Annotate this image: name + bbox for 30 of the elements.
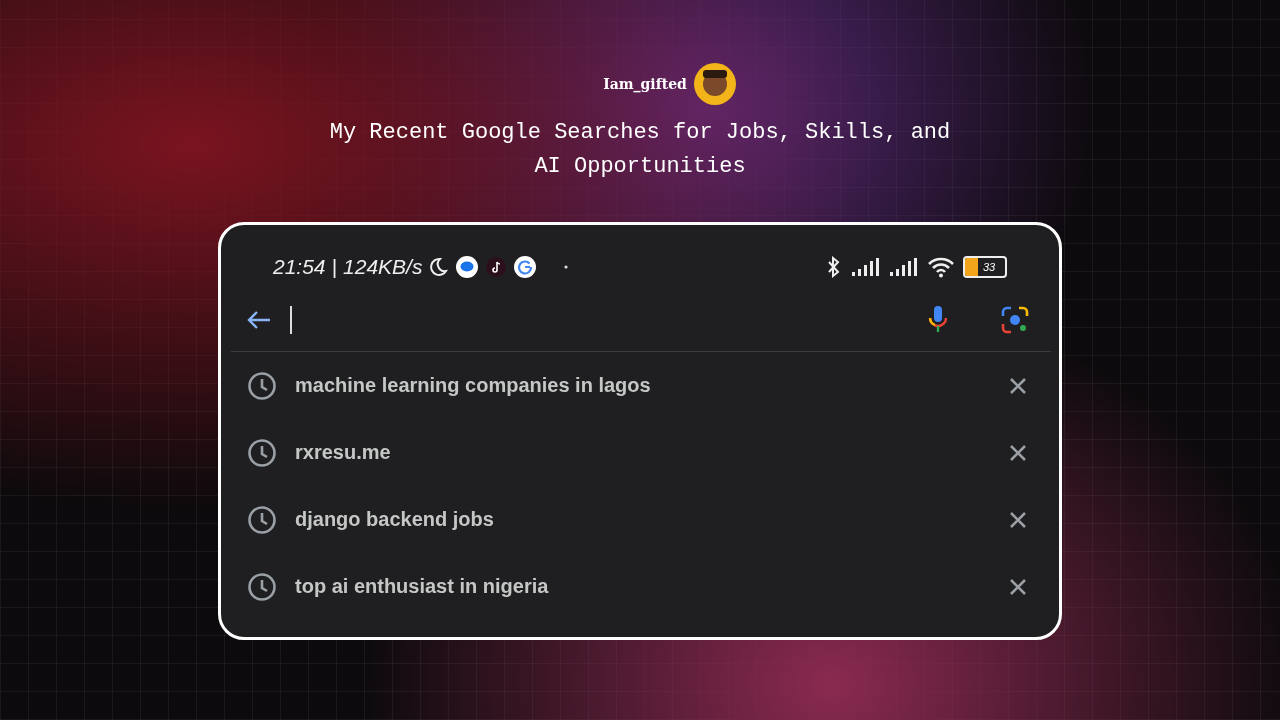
wifi-icon xyxy=(927,256,955,278)
camera-lens-icon[interactable] xyxy=(1001,306,1029,334)
status-time: 21:54 xyxy=(273,255,326,279)
search-history-item[interactable]: rxresu.me xyxy=(295,441,991,464)
letter-g-icon xyxy=(514,256,537,278)
clock-icon xyxy=(247,437,277,468)
clock-icon xyxy=(247,504,277,535)
avatar-icon xyxy=(692,62,737,106)
headline: My Recent Google Searches for Jobs, Skills, and AI Opportunities xyxy=(328,119,952,181)
search-history-item[interactable]: django backend jobs xyxy=(295,508,991,531)
search-history-item[interactable]: machine learning companies in lagos xyxy=(295,374,991,397)
back-arrow-icon[interactable] xyxy=(246,309,272,331)
clock-icon xyxy=(247,370,277,401)
moon-icon xyxy=(428,257,449,277)
status-separator: | xyxy=(331,255,338,279)
signal-icon xyxy=(889,258,919,276)
microphone-icon[interactable] xyxy=(927,305,949,335)
signal-icon xyxy=(851,258,881,276)
music-note-icon xyxy=(486,257,507,277)
network-speed: 124KB/s xyxy=(343,255,423,279)
battery-reading: 33 xyxy=(981,261,996,273)
clock-icon xyxy=(247,571,277,602)
author-name: Iam_gifted xyxy=(603,76,687,92)
close-icon[interactable] xyxy=(1009,443,1027,462)
search-history-item[interactable]: top ai enthusiast in nigeria xyxy=(295,575,991,598)
dot-icon xyxy=(564,265,569,269)
chat-bubble-icon xyxy=(456,256,479,278)
close-icon[interactable] xyxy=(1009,577,1027,596)
close-icon[interactable] xyxy=(1009,376,1027,395)
close-icon[interactable] xyxy=(1009,510,1027,529)
